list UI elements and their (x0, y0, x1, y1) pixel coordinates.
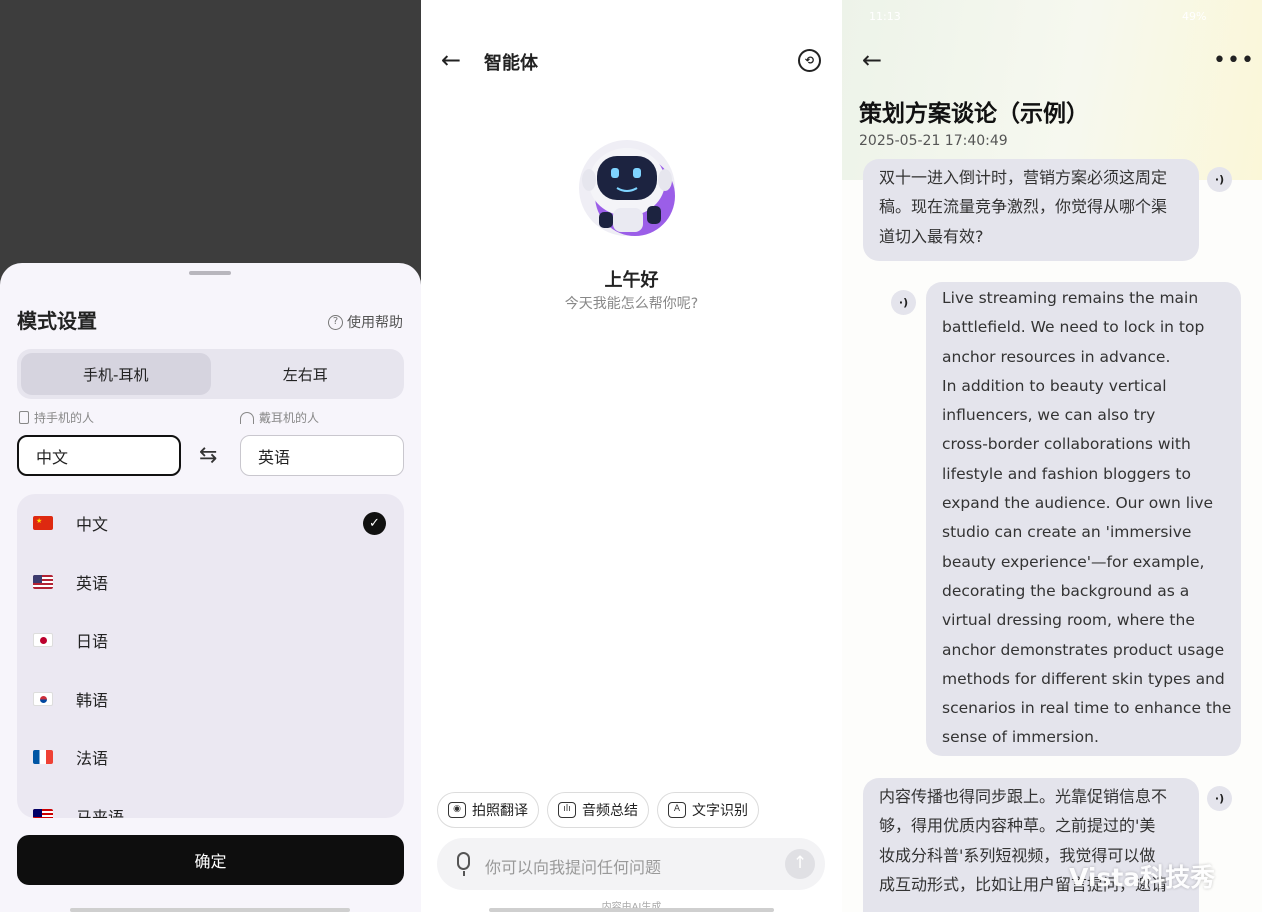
chat-input-placeholder[interactable]: 你可以向我提问任何问题 (485, 854, 661, 878)
language-item-english[interactable]: 英语 (17, 553, 404, 612)
mode-tab-phone-headphone[interactable]: 手机-耳机 (21, 353, 211, 395)
language-name: 马来语 (76, 807, 125, 818)
navigation-bar (489, 908, 774, 912)
message-line: battlefield. We need to lock in top (942, 318, 1205, 337)
phone-holder-label: 持手机的人 (19, 409, 94, 426)
message-line: cross-border collaborations with (942, 435, 1191, 454)
flag-fr-icon (33, 750, 53, 765)
message-line: lifestyle and fashion bloggers to (942, 464, 1191, 483)
document-datetime: 2025-05-21 17:40:49 (859, 133, 1008, 149)
greeting-heading: 上午好 (604, 270, 659, 291)
mode-segmented-control: 手机-耳机 左右耳 (17, 349, 404, 399)
chip-audio-summary[interactable]: ılı 音频总结 (547, 792, 649, 828)
message-line: influencers, we can also try (942, 406, 1156, 425)
language-name: 韩语 (76, 690, 109, 710)
chat-history-icon[interactable]: ⟲ (798, 49, 821, 72)
speaker-play-icon[interactable]: ·) (891, 290, 916, 315)
header-gradient (842, 0, 1262, 180)
flag-my-icon (33, 808, 53, 818)
headphones-icon (240, 411, 254, 424)
microphone-stem (463, 871, 465, 876)
message-line: 道切入最有效? (879, 226, 984, 246)
language-item-chinese[interactable]: ★ 中文 ✓ (17, 494, 404, 553)
back-arrow-icon[interactable]: ← (862, 46, 882, 74)
confirm-button[interactable]: 确定 (17, 835, 404, 885)
chip-text-recognition[interactable]: A 文字识别 (657, 792, 759, 828)
language-name: 英语 (76, 573, 109, 593)
language-name: 法语 (76, 749, 109, 769)
language-item-french[interactable]: 法语 (17, 728, 404, 787)
question-icon: ? (328, 314, 343, 330)
message-line: In addition to beauty vertical (942, 376, 1167, 395)
sheet-drag-handle[interactable] (189, 271, 231, 275)
more-options-icon[interactable]: ••• (1213, 48, 1255, 73)
message-line: Live streaming remains the main (942, 289, 1199, 307)
message-line: studio can create an 'immersive (942, 523, 1192, 542)
phone-holder-text: 持手机的人 (34, 411, 95, 425)
swap-languages-icon[interactable]: ⇆ (199, 443, 217, 468)
robot-avatar (579, 140, 675, 236)
document-title: 策划方案谈论（示例） (859, 101, 1089, 127)
greeting-subtitle: 今天我能怎么帮你呢? (564, 296, 699, 312)
message-line: expand the audience. Our own live (942, 494, 1214, 513)
message-line: anchor demonstrates product usage (942, 640, 1225, 659)
phone-icon (19, 411, 29, 424)
message-line: methods for different skin types and (942, 669, 1225, 688)
chip-photo-translate[interactable]: ◉ 拍照翻译 (437, 792, 539, 828)
page-title: 智能体 (484, 53, 538, 74)
camera-icon: ◉ (448, 802, 466, 818)
message-line: anchor resources in advance. (942, 347, 1171, 366)
message-line: decorating the background as a (942, 581, 1190, 600)
message-line: 够，得用优质内容种草。之前提过的'美 (879, 816, 1156, 836)
status-battery: 49% (1182, 10, 1207, 23)
headphone-wearer-text: 戴耳机的人 (259, 411, 320, 425)
message-line: scenarios in real time to enhance the (942, 699, 1232, 718)
back-arrow-icon[interactable]: ← (441, 46, 461, 74)
message-line: sense of immersion. (942, 728, 1099, 747)
flag-kr-icon (33, 691, 53, 706)
microphone-icon[interactable] (457, 852, 470, 870)
flag-us-icon (33, 574, 53, 589)
speaker-play-icon[interactable]: ·) (1207, 167, 1232, 192)
language-name: 中文 (76, 515, 109, 535)
agent-screen: ← 智能体 ⟲ 上午好 今天我能怎么帮你呢? ◉ 拍照翻译 ılı 音频总结 A… (421, 0, 842, 912)
message-bubble-left[interactable]: 双十一进入倒计时，营销方案必须这周定 稿。现在流量竞争激烈，你觉得从哪个渠 道切… (863, 159, 1199, 261)
help-label: 使用帮助 (347, 315, 403, 331)
speaker-play-icon[interactable]: ·) (1207, 786, 1232, 811)
sheet-title: 模式设置 (17, 309, 97, 333)
message-line: 内容传播也得同步跟上。光靠促销信息不 (879, 787, 1168, 806)
chip-label: 拍照翻译 (472, 803, 528, 819)
selected-check-icon: ✓ (363, 511, 386, 535)
chat-input-bar[interactable]: 你可以向我提问任何问题 ↑ (437, 838, 825, 890)
chip-label: 音频总结 (582, 803, 638, 819)
text-recognition-icon: A (668, 802, 686, 818)
help-link[interactable]: ? 使用帮助 (328, 312, 403, 332)
target-language-selector[interactable]: 英语 (240, 435, 404, 476)
language-item-malay[interactable]: 马来语 (17, 787, 404, 818)
flag-jp-icon (33, 633, 53, 648)
message-line: virtual dressing room, where the (942, 611, 1195, 630)
flag-cn-icon: ★ (33, 516, 53, 531)
source-language-selector[interactable]: 中文 (17, 435, 181, 476)
headphone-wearer-label: 戴耳机的人 (240, 409, 319, 426)
language-list: ★ 中文 ✓ 英语 日语 韩语 法语 马来语 (17, 494, 404, 818)
transcript-screen: 11:13 49% ← ••• 策划方案谈论（示例） 2025-05-21 17… (842, 0, 1262, 912)
language-item-japanese[interactable]: 日语 (17, 611, 404, 670)
send-arrow-icon[interactable]: ↑ (785, 849, 815, 879)
watermark-text: Vista科技秀 (1069, 863, 1216, 892)
message-line: beauty experience'—for example, (942, 552, 1205, 571)
mode-tab-left-right-ear[interactable]: 左右耳 (211, 353, 401, 395)
message-line: 双十一进入倒计时，营销方案必须这周定 (879, 168, 1168, 187)
language-name: 日语 (76, 632, 109, 652)
audio-summary-icon: ılı (558, 802, 576, 818)
language-item-korean[interactable]: 韩语 (17, 670, 404, 729)
status-time: 11:13 (869, 10, 901, 23)
message-bubble-right[interactable]: Live streaming remains the main battlefi… (926, 282, 1241, 756)
chip-label: 文字识别 (692, 803, 748, 819)
navigation-bar (70, 908, 350, 912)
message-line: 稿。现在流量竞争激烈，你觉得从哪个渠 (879, 197, 1168, 217)
mode-settings-sheet: 模式设置 ? 使用帮助 手机-耳机 左右耳 持手机的人 戴耳机的人 中文 ⇆ 英… (0, 263, 421, 912)
mode-settings-screen: 模式设置 ? 使用帮助 手机-耳机 左右耳 持手机的人 戴耳机的人 中文 ⇆ 英… (0, 0, 421, 912)
